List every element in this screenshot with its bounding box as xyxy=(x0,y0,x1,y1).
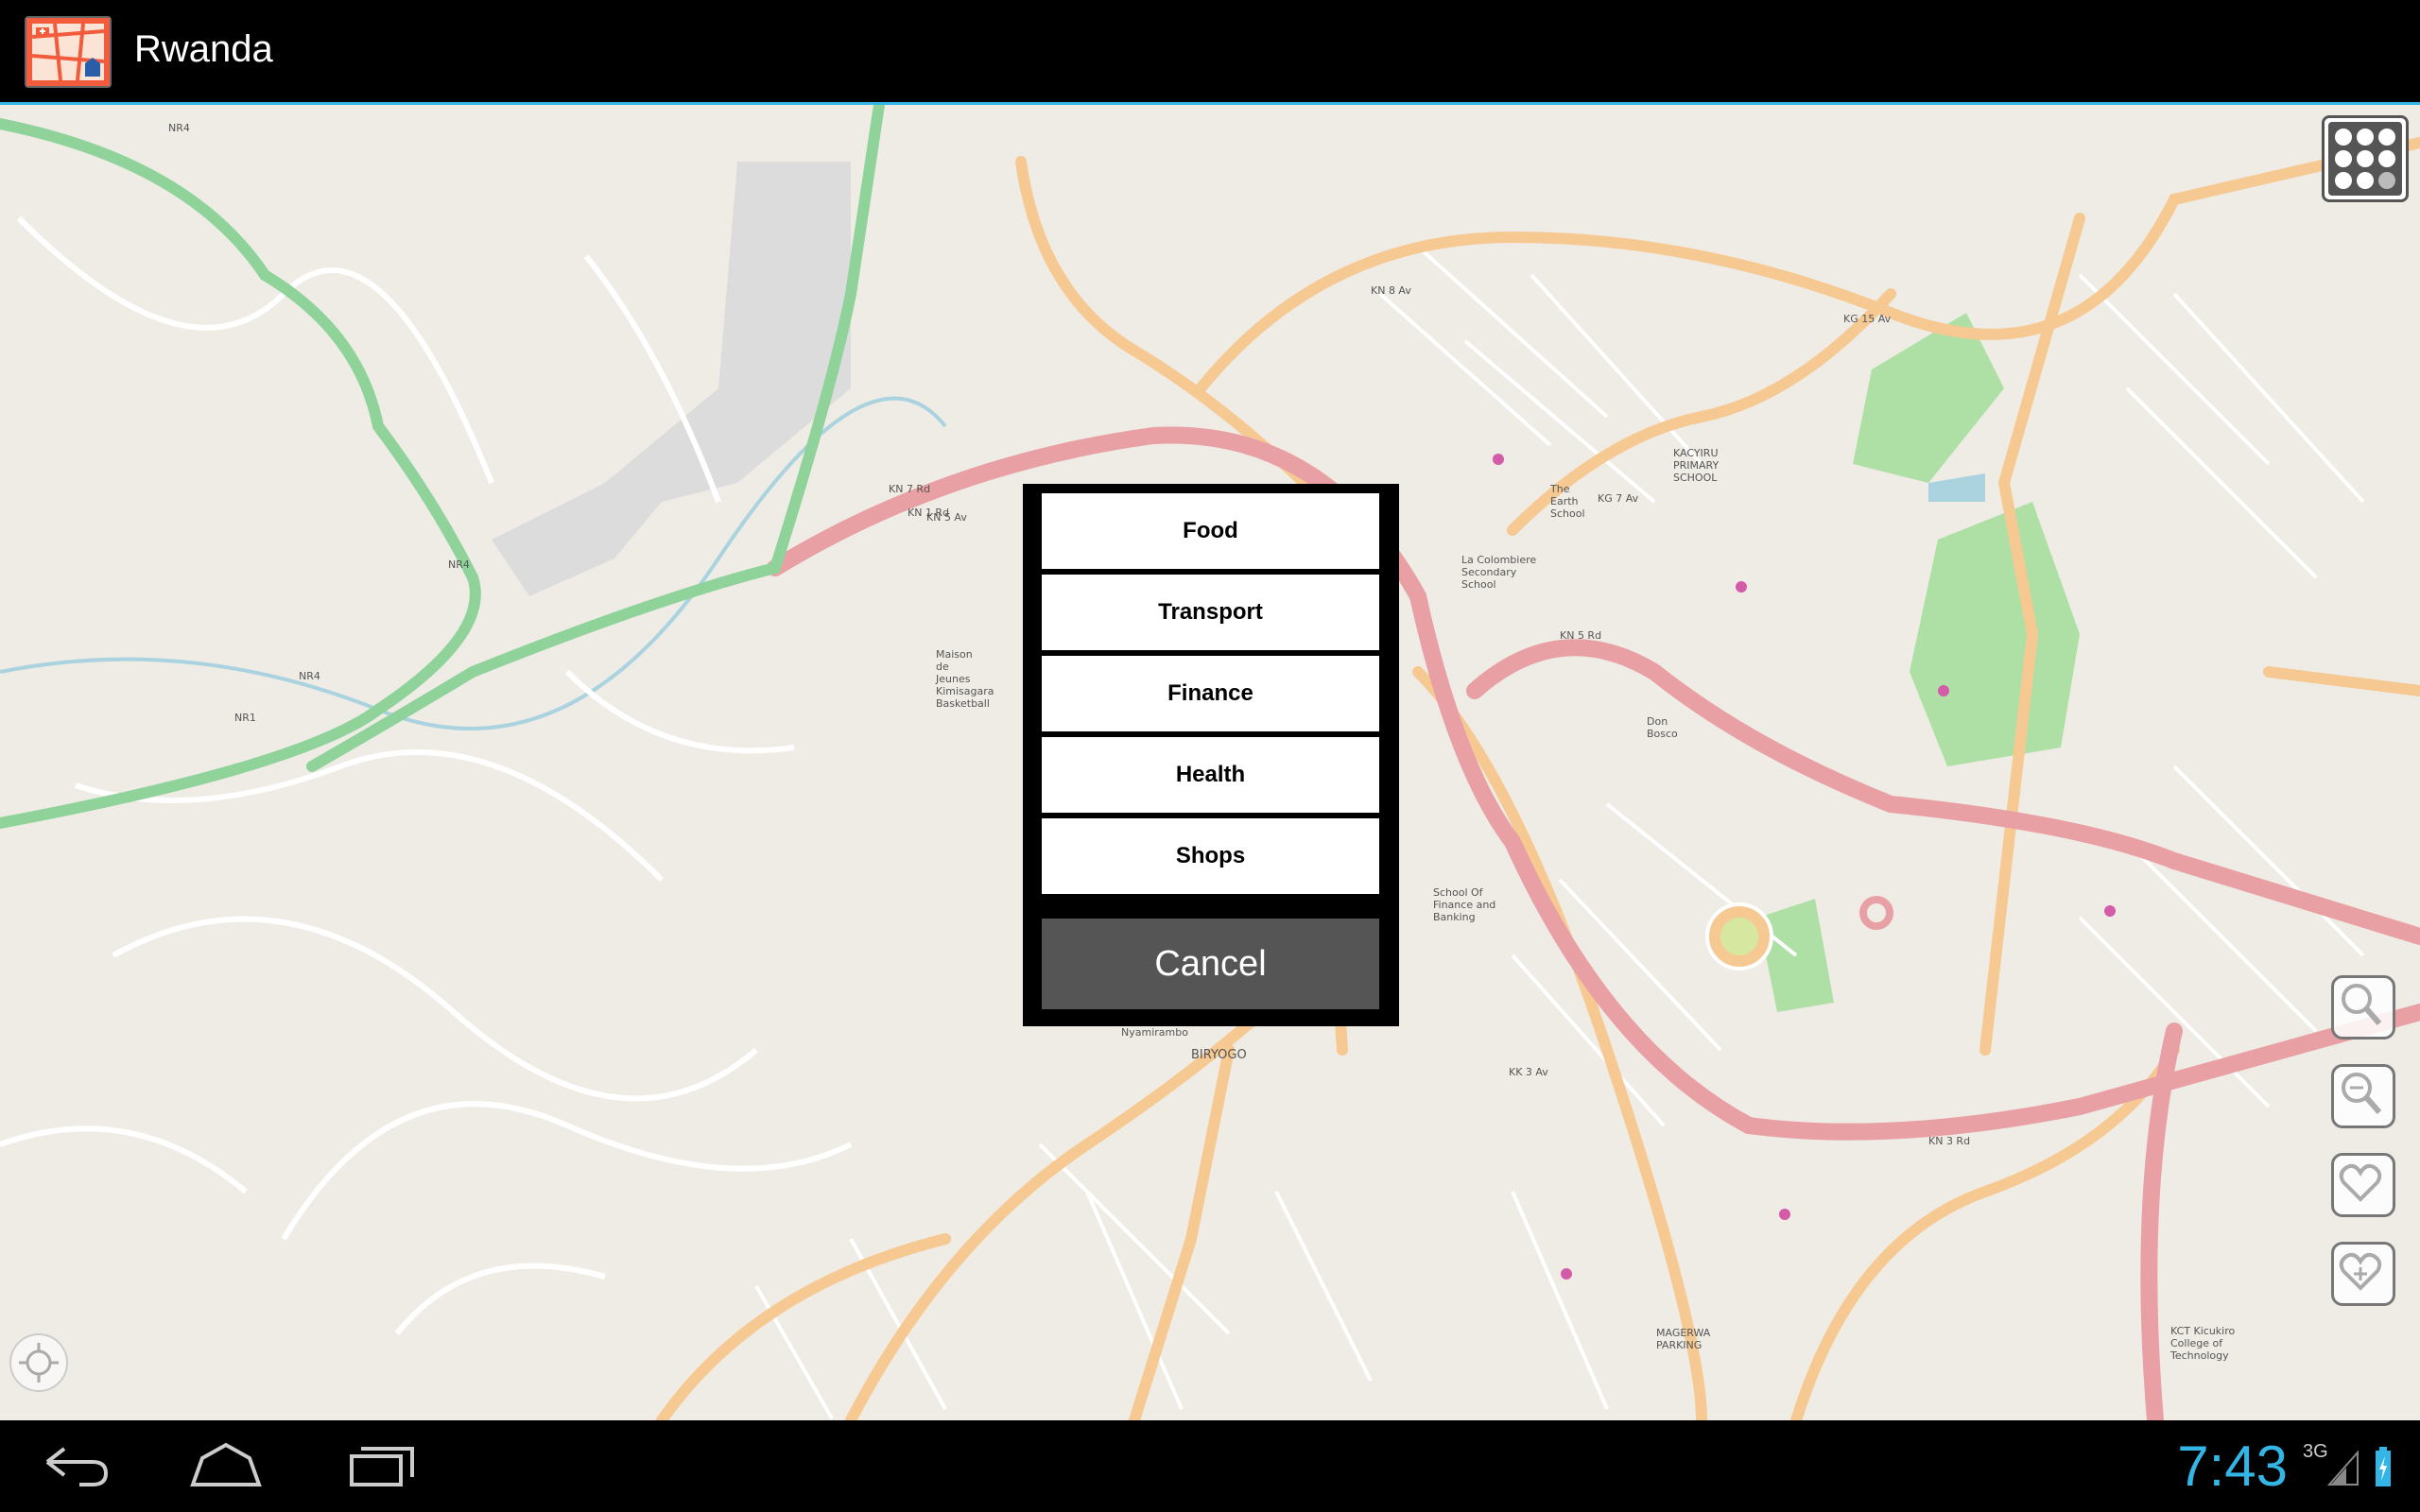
zoom-out-icon[interactable] xyxy=(2331,1064,2395,1128)
category-finance-button[interactable]: Finance xyxy=(1042,656,1379,731)
heart-add-icon[interactable] xyxy=(2331,1242,2395,1306)
cancel-button[interactable]: Cancel xyxy=(1042,919,1379,1009)
recents-icon[interactable] xyxy=(344,1441,420,1490)
map-label: KN 5 Av xyxy=(926,511,967,524)
battery-icon xyxy=(2373,1445,2394,1488)
map-label: KK 3 Av xyxy=(1509,1066,1548,1078)
map-label: KN 5 Rd xyxy=(1560,629,1602,642)
map-label: Don Bosco xyxy=(1647,715,1678,740)
map-label: KCT Kicukiro College of Technology xyxy=(2170,1325,2236,1362)
water xyxy=(1928,473,1985,502)
network-indicator: 3G xyxy=(2303,1441,2328,1462)
map-label: MAGERWA PARKING xyxy=(1656,1327,1711,1351)
map-label: NR4 xyxy=(448,558,470,571)
park xyxy=(1910,502,2080,766)
grey-area xyxy=(492,162,851,596)
category-food-button[interactable]: Food xyxy=(1042,493,1379,569)
map-label: KN 7 Rd xyxy=(889,483,931,495)
map-label: BIRYOGO xyxy=(1191,1048,1247,1062)
map-label: NR1 xyxy=(234,712,256,724)
map-label: KACYIRU PRIMARY SCHOOL xyxy=(1673,447,1720,484)
map-label: NR4 xyxy=(168,122,190,134)
back-icon[interactable] xyxy=(38,1441,113,1490)
map-label: KN 8 Av xyxy=(1371,284,1411,297)
map-label: NR4 xyxy=(299,670,320,682)
category-dialog: Food Transport Finance Health Shops Canc… xyxy=(1023,484,1399,1026)
app-title: Rwanda xyxy=(134,28,273,70)
map-label: La Colombiere Secondary School xyxy=(1461,554,1537,591)
map-label: Maison de Jeunes Kimisagara Basketball xyxy=(936,648,994,710)
category-health-button[interactable]: Health xyxy=(1042,737,1379,813)
map-label: Nyamirambo xyxy=(1121,1026,1188,1039)
signal-icon xyxy=(2326,1449,2360,1486)
category-transport-button[interactable]: Transport xyxy=(1042,575,1379,650)
zoom-in-icon[interactable] xyxy=(2331,975,2395,1040)
category-shops-button[interactable]: Shops xyxy=(1042,818,1379,894)
map-label: KN 3 Rd xyxy=(1928,1135,1971,1147)
map-label: KG 7 Av xyxy=(1598,492,1639,505)
map-label: School Of Finance and Banking xyxy=(1433,886,1496,923)
grid-menu-icon[interactable] xyxy=(2322,115,2409,202)
system-nav-bar: 7:43 3G xyxy=(0,1420,2420,1512)
action-bar: Rwanda xyxy=(0,0,2420,105)
stream xyxy=(0,396,947,730)
map-label: The Earth School xyxy=(1550,483,1585,520)
home-icon[interactable] xyxy=(187,1439,265,1492)
map-label: KG 15 Av xyxy=(1843,313,1892,325)
locate-icon[interactable] xyxy=(9,1333,68,1392)
status-clock: 7:43 xyxy=(2177,1435,2288,1498)
app-map-icon[interactable] xyxy=(25,16,112,88)
heart-icon[interactable] xyxy=(2331,1153,2395,1217)
